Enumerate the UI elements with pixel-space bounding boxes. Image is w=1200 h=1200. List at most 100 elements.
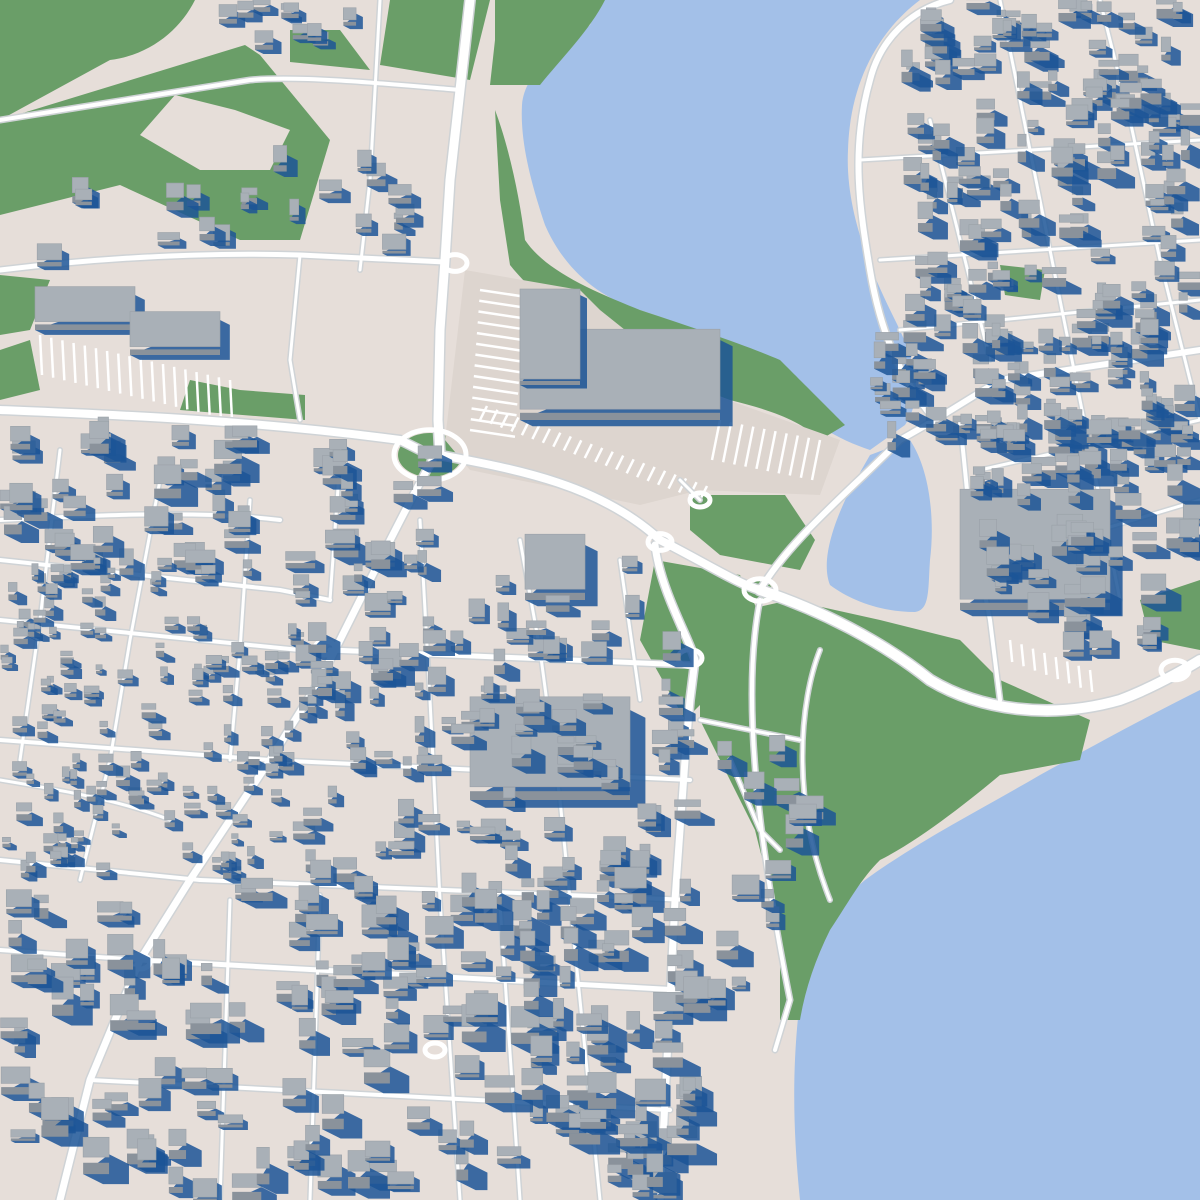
- building-roof: [557, 736, 575, 744]
- building-roof: [273, 145, 288, 163]
- building-roof: [1090, 248, 1111, 257]
- building-side: [93, 545, 113, 553]
- building-side: [1, 664, 13, 669]
- building-roof: [919, 276, 932, 289]
- building-roof: [292, 23, 309, 34]
- building-roof: [905, 343, 918, 356]
- building-roof: [1143, 616, 1161, 631]
- building-roof: [972, 466, 986, 475]
- building-roof: [52, 478, 69, 493]
- building-side: [683, 1003, 711, 1013]
- building-side: [1135, 40, 1153, 44]
- building-side: [168, 1187, 183, 1193]
- building-side: [520, 381, 580, 385]
- building-roof: [512, 900, 532, 921]
- building-side: [289, 940, 310, 947]
- building-roof: [1000, 183, 1012, 197]
- building-side: [521, 1089, 543, 1100]
- building-side: [732, 986, 746, 990]
- building-roof: [86, 785, 96, 795]
- building-side: [333, 873, 357, 883]
- building-roof: [970, 476, 984, 489]
- building-side: [415, 735, 425, 742]
- building-side: [375, 852, 386, 857]
- building-roof: [1089, 630, 1112, 648]
- building-side: [1131, 293, 1146, 299]
- building-side: [10, 443, 31, 450]
- building-side: [184, 810, 201, 815]
- building-roof: [343, 7, 357, 21]
- building-side: [652, 1057, 683, 1068]
- building-side: [887, 442, 896, 451]
- building-side: [1000, 201, 1012, 211]
- building-side: [1042, 278, 1067, 287]
- building-roof: [551, 709, 577, 723]
- building-roof: [1088, 39, 1107, 50]
- building-roof: [602, 943, 615, 952]
- building-roof: [1176, 447, 1191, 457]
- building-roof: [469, 826, 496, 835]
- building-roof: [72, 753, 81, 763]
- building-roof: [887, 421, 897, 439]
- building-roof: [427, 666, 447, 685]
- building-roof: [905, 400, 920, 409]
- building-roof: [634, 1078, 667, 1101]
- building-side: [515, 731, 533, 735]
- building-side: [1038, 345, 1053, 351]
- building-side: [37, 731, 48, 738]
- building-roof: [717, 740, 732, 756]
- building-roof: [559, 965, 571, 983]
- building-side: [107, 959, 134, 970]
- building-side: [201, 575, 216, 580]
- building-roof: [497, 602, 510, 621]
- building-side: [53, 826, 64, 833]
- building-roof: [28, 1082, 45, 1099]
- building-roof: [1102, 284, 1121, 298]
- building-roof: [248, 751, 260, 757]
- building-roof: [27, 958, 47, 971]
- building-side: [614, 905, 633, 910]
- building-roof: [658, 749, 671, 763]
- building-side: [1089, 50, 1106, 55]
- building-roof: [1174, 384, 1196, 401]
- building-side: [293, 1163, 309, 1170]
- building-roof: [240, 877, 273, 889]
- building-side: [1132, 544, 1157, 553]
- building-roof: [1076, 308, 1096, 319]
- building-side: [237, 764, 249, 770]
- building-roof: [1172, 1, 1183, 12]
- building-side: [1178, 304, 1188, 313]
- building-side: [319, 193, 342, 199]
- building-roof: [524, 533, 586, 590]
- building-roof: [307, 23, 322, 37]
- building-side: [496, 977, 512, 980]
- building-roof: [237, 0, 254, 11]
- building-side: [283, 13, 299, 19]
- building-side: [214, 463, 242, 475]
- building-side: [206, 665, 222, 668]
- building-roof: [8, 582, 18, 592]
- building-roof: [1166, 168, 1186, 183]
- building-roof: [130, 750, 142, 762]
- building-side: [418, 461, 442, 468]
- building-side: [164, 822, 175, 828]
- building-roof: [332, 449, 348, 463]
- building-side: [27, 974, 47, 985]
- building-roof: [1107, 369, 1124, 378]
- building-side: [500, 948, 515, 956]
- building-roof: [1179, 103, 1200, 110]
- building-side: [192, 681, 204, 685]
- building-side: [1098, 137, 1111, 147]
- building-side: [203, 752, 213, 758]
- building-roof: [968, 268, 987, 281]
- building-side: [1141, 158, 1155, 166]
- building-side: [50, 860, 62, 865]
- building-roof: [991, 379, 1006, 389]
- building-side: [181, 1081, 207, 1089]
- building-side: [903, 175, 922, 185]
- map-canvas[interactable]: [0, 0, 1200, 1200]
- building-side: [968, 242, 985, 251]
- building-roof: [1016, 71, 1030, 88]
- building-roof: [604, 930, 630, 946]
- building-roof: [97, 901, 124, 913]
